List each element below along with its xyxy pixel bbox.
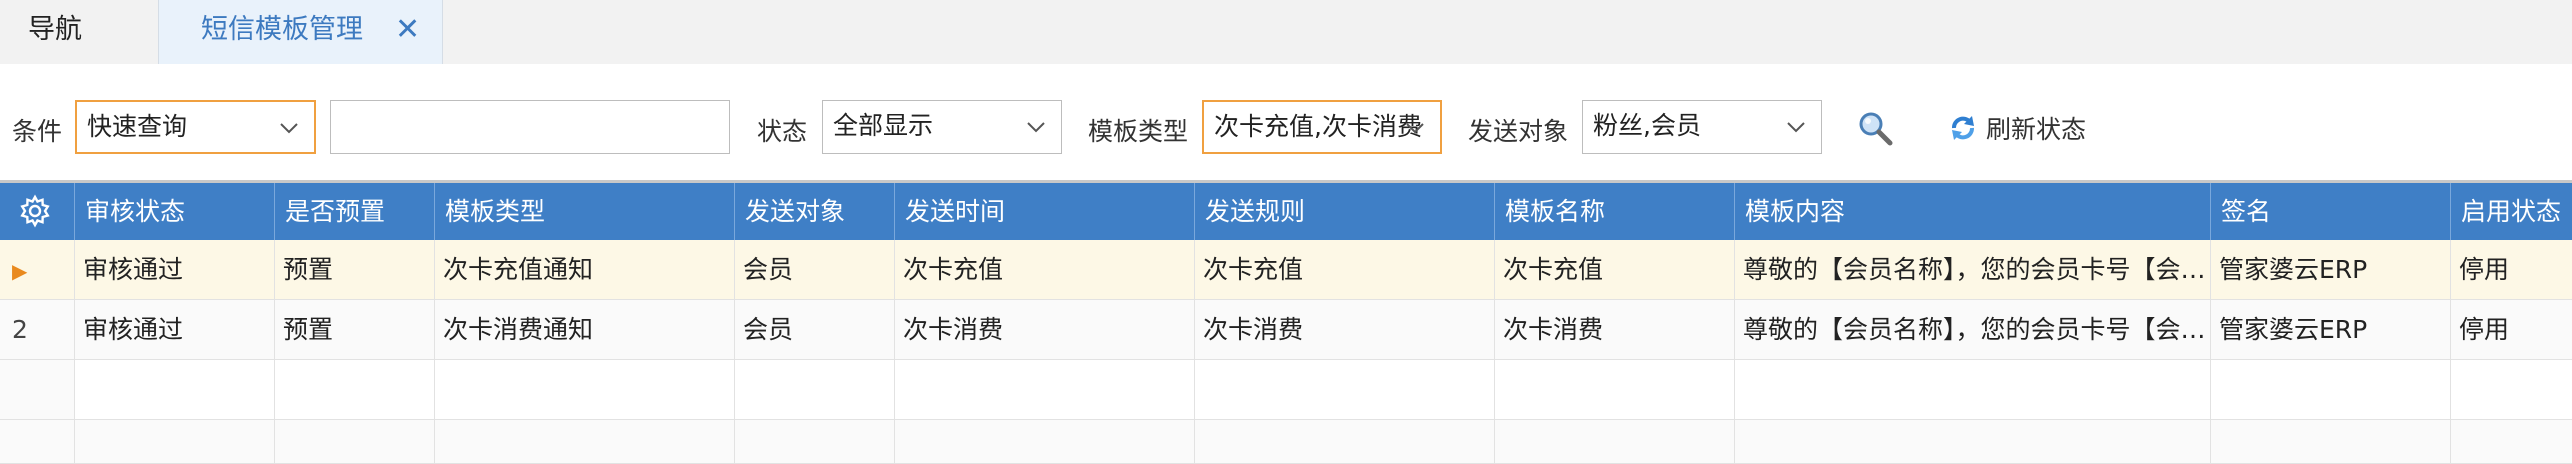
- cell-send-rule: 次卡消费: [1195, 300, 1495, 359]
- column-header-send-rule[interactable]: 发送规则: [1195, 183, 1495, 240]
- magnifier-icon[interactable]: [1855, 108, 1895, 148]
- tab-sms-template-management[interactable]: 短信模板管理 ✕: [158, 0, 443, 64]
- chevron-down-icon: [1027, 122, 1045, 133]
- cell-enable-status: 停用: [2459, 255, 2510, 284]
- selected-row-arrow-icon: ▶: [12, 259, 28, 283]
- cell-template-name: 次卡消费: [1495, 300, 1735, 359]
- empty-cell: [1495, 420, 1735, 464]
- empty-cell: [895, 420, 1195, 464]
- send-target-label: 发送对象: [1468, 117, 1569, 146]
- column-header-template-content[interactable]: 模板内容: [1735, 183, 2211, 240]
- empty-cell: [2211, 420, 2451, 464]
- cell-review-status: 审核通过: [75, 240, 275, 299]
- empty-cell: [1495, 360, 1735, 419]
- cell-template-type: 次卡消费通知: [435, 300, 735, 359]
- condition-label: 条件: [12, 117, 63, 146]
- column-header-review-status[interactable]: 审核状态: [75, 183, 275, 240]
- empty-cell: [75, 360, 275, 419]
- empty-cell: [1735, 420, 2211, 464]
- cell-send-target: 会员: [735, 300, 895, 359]
- tab-active-label: 短信模板管理: [201, 14, 363, 45]
- cell-send-time: 次卡消费: [895, 300, 1195, 359]
- cell-send-time: 次卡充值: [895, 240, 1195, 299]
- chevron-down-icon: [1406, 123, 1424, 134]
- empty-table-row: [0, 420, 2572, 464]
- template-type-select[interactable]: 次卡充值,次卡消费: [1202, 100, 1442, 154]
- send-target-select[interactable]: 粉丝,会员: [1582, 100, 1822, 154]
- refresh-icon: [1952, 116, 1974, 140]
- cell-preset: 预置: [275, 300, 435, 359]
- cell-preset: 预置: [275, 240, 435, 299]
- column-header-template-type[interactable]: 模板类型: [435, 183, 735, 240]
- cell-send-rule: 次卡充值: [1195, 240, 1495, 299]
- row-indicator: ▶: [0, 240, 75, 299]
- refresh-status-label: 刷新状态: [1986, 115, 2087, 144]
- condition-select[interactable]: 快速查询: [75, 100, 316, 154]
- cell-template-content: 尊敬的【会员名称】，您的会员卡号【会员卡号】: [1735, 240, 2211, 299]
- grid-header-row: 审核状态 是否预置 模板类型 发送对象 发送时间 发送规则 模板名称 模板内容 …: [0, 183, 2572, 240]
- empty-cell: [1195, 360, 1495, 419]
- empty-cell: [75, 420, 275, 464]
- filter-toolbar: 条件 快速查询 状态 全部显示 模板类型 次卡充值,次卡消费 发送对象 粉丝,会…: [0, 64, 2572, 182]
- empty-row-indicator: [0, 420, 75, 464]
- status-select[interactable]: 全部显示: [822, 100, 1062, 154]
- empty-cell: [1195, 420, 1495, 464]
- empty-cell: [275, 360, 435, 419]
- empty-cell: [2451, 360, 2572, 419]
- cell-signature: 管家婆云ERP: [2211, 240, 2451, 299]
- tab-navigation-label: 导航: [28, 14, 82, 45]
- tab-bar: 导航 短信模板管理 ✕: [0, 0, 2572, 65]
- column-header-signature[interactable]: 签名: [2211, 183, 2451, 240]
- column-header-template-name[interactable]: 模板名称: [1495, 183, 1735, 240]
- status-label: 状态: [757, 117, 808, 146]
- chevron-down-icon: [1787, 122, 1805, 133]
- close-icon[interactable]: ✕: [395, 0, 420, 60]
- template-grid: 审核状态 是否预置 模板类型 发送对象 发送时间 发送规则 模板名称 模板内容 …: [0, 180, 2572, 464]
- empty-table-row: [0, 360, 2572, 420]
- keyword-input[interactable]: [330, 100, 730, 154]
- cell-enable-status: 停用: [2459, 315, 2510, 344]
- cell-template-name: 次卡充值: [1495, 240, 1735, 299]
- table-row[interactable]: ▶ 审核通过 预置 次卡充值通知 会员 次卡充值 次卡充值 次卡充值 尊敬的【会…: [0, 240, 2572, 300]
- chevron-down-icon: [280, 123, 298, 134]
- empty-row-indicator: [0, 360, 75, 419]
- gear-icon: [20, 194, 50, 228]
- empty-cell: [735, 360, 895, 419]
- column-header-preset[interactable]: 是否预置: [275, 183, 435, 240]
- empty-cell: [275, 420, 435, 464]
- empty-cell: [895, 360, 1195, 419]
- cell-review-status: 审核通过: [75, 300, 275, 359]
- cell-template-type: 次卡充值通知: [435, 240, 735, 299]
- empty-cell: [435, 420, 735, 464]
- tab-navigation[interactable]: 导航: [0, 0, 158, 64]
- column-header-enable-status[interactable]: 启用状态: [2451, 183, 2572, 240]
- cell-send-target: 会员: [735, 240, 895, 299]
- grid-settings-button[interactable]: [0, 183, 75, 240]
- column-header-send-target[interactable]: 发送对象: [735, 183, 895, 240]
- empty-cell: [2211, 360, 2451, 419]
- empty-cell: [2451, 420, 2572, 464]
- cell-template-content: 尊敬的【会员名称】，您的会员卡号【会员卡号】: [1735, 300, 2211, 359]
- column-header-send-time[interactable]: 发送时间: [895, 183, 1195, 240]
- empty-cell: [735, 420, 895, 464]
- row-number: 2: [0, 300, 75, 359]
- table-row[interactable]: 2 审核通过 预置 次卡消费通知 会员 次卡消费 次卡消费 次卡消费 尊敬的【会…: [0, 300, 2572, 360]
- empty-cell: [435, 360, 735, 419]
- cell-signature: 管家婆云ERP: [2211, 300, 2451, 359]
- template-type-label: 模板类型: [1088, 117, 1189, 146]
- empty-cell: [1735, 360, 2211, 419]
